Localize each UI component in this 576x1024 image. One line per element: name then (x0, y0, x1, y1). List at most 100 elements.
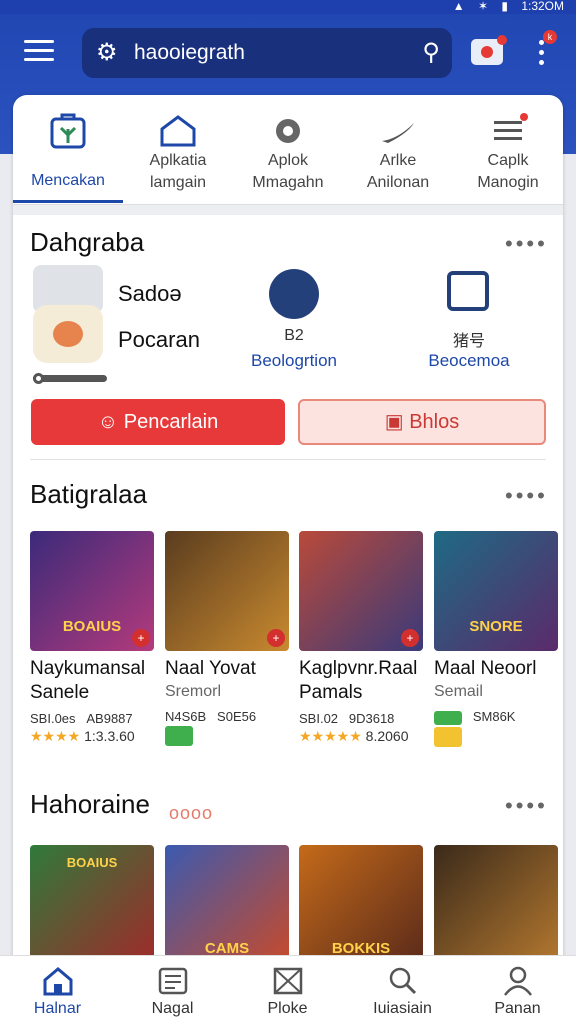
game-image: + (165, 531, 289, 651)
feature-sub: 猪号 (452, 333, 485, 350)
app-name-1[interactable]: Sadoə (118, 281, 182, 307)
game-rating: ★★★★ 1:3.3.60 (30, 728, 135, 744)
tab-caplk[interactable]: Caplk Manogin (453, 95, 563, 205)
battery-icon: ▮ (501, 0, 508, 13)
house-icon (160, 115, 196, 147)
search-icon[interactable]: ⚲ (422, 28, 440, 78)
image-icon[interactable] (447, 271, 489, 311)
game-card[interactable]: + Kaglpvnr.Raal Pamals SBI.02 9D3618 ★★★… (299, 531, 423, 745)
tab-label: Mencakan (31, 172, 105, 189)
main-card: Mencakan Aplkatia lamgain Aplok Mmagahn … (13, 95, 563, 975)
tab-label-2: lamgain (149, 174, 207, 191)
section-tag: oooo (169, 803, 214, 823)
secondary-button[interactable]: ▣ Bhlos (298, 399, 546, 445)
section-title: Hahoraine (30, 789, 150, 819)
game-card[interactable]: SNORE Maal Neoorl Semail SM86K (434, 531, 558, 747)
game-title: Maal Neoorl (434, 658, 537, 679)
divider (13, 205, 563, 215)
home-icon (43, 967, 72, 996)
game-meta: SM86K (434, 709, 558, 725)
camera-icon[interactable] (471, 35, 507, 65)
search-button[interactable]: ☺ Pencarlain (31, 399, 285, 445)
tab-arlke[interactable]: Arlke Anilonan (343, 95, 453, 205)
tab-mencakan[interactable]: Mencakan (13, 95, 123, 205)
tab-label: Aplok (267, 152, 309, 169)
game-meta: SBI.02 9D3618 (299, 711, 395, 726)
nav-profile[interactable]: Panan (460, 956, 575, 1024)
nav-label: Ploke (267, 1000, 308, 1017)
plus-icon[interactable]: + (132, 629, 150, 647)
plus-icon[interactable]: + (267, 629, 285, 647)
nav-news[interactable]: Nagal (115, 956, 230, 1024)
game-image: SNORE (434, 531, 558, 651)
game-subtitle: Semail (434, 683, 483, 700)
button-label: Pencarlain (123, 411, 219, 433)
game-image-text: SNORE (469, 618, 523, 635)
tab-label: Arlke (379, 152, 417, 169)
game-image: + (299, 531, 423, 651)
nav-box[interactable]: Ploke (230, 956, 345, 1024)
search-icon (389, 967, 416, 995)
more-vert-icon[interactable]: k (536, 30, 557, 70)
wifi-icon: ✶ (477, 0, 489, 13)
divider (30, 459, 546, 460)
game-title: Naal Yovat (165, 658, 256, 679)
nav-home[interactable]: Halnar (0, 956, 115, 1024)
game-image (434, 845, 558, 965)
gear-icon (276, 119, 300, 143)
tab-label-2: Manogin (477, 174, 539, 191)
status-bar: ▲ ✶ ▮ 1:32OM (0, 0, 576, 14)
game-card[interactable]: BOAIUS + Naykumansal Sanele SBI.0es AB98… (30, 531, 154, 745)
nav-label: Iuiasiain (373, 1000, 432, 1017)
game-card[interactable]: + Naal Yovat Sremorl N4S6B S0E56 (165, 531, 289, 746)
game-card[interactable]: CAMS (165, 845, 289, 965)
tab-label-2: Anilonan (366, 174, 430, 191)
game-badge (434, 726, 558, 747)
game-title-2: Pamals (299, 682, 363, 703)
bottom-navigation: Halnar Nagal Ploke Iuiasiain Panan (0, 955, 576, 1024)
profile-icon (503, 966, 532, 996)
app-thumbnails[interactable] (33, 265, 113, 384)
tab-aplkatia[interactable]: Aplkatia lamgain (123, 95, 233, 205)
search-bar[interactable]: ⚙ haooiegrath ⚲ (82, 28, 452, 78)
game-meta: N4S6B S0E56 (165, 709, 257, 724)
tab-label: Caplk (487, 152, 529, 169)
game-badge (165, 726, 289, 746)
shoe-icon (382, 123, 414, 143)
game-title: Naykumansal (30, 658, 146, 679)
gear-icon[interactable]: ⚙ (96, 28, 118, 78)
game-image: BOAIUS + (30, 531, 154, 651)
notification-dot (497, 35, 507, 45)
nav-search[interactable]: Iuiasiain (345, 956, 460, 1024)
plus-icon[interactable]: + (401, 629, 419, 647)
app-name-2[interactable]: Pocaran (118, 327, 200, 353)
game-card[interactable]: BOKKIS (299, 845, 423, 965)
section-title: Batigralaa (30, 479, 148, 509)
section-title: Dahgraba (30, 227, 145, 257)
nav-label: Panan (494, 1000, 541, 1017)
status-time: 1:32OM (521, 0, 564, 13)
more-horiz-icon[interactable]: •••• (505, 233, 545, 255)
tab-aplok[interactable]: Aplok Mmagahn (233, 95, 343, 205)
game-card[interactable] (434, 845, 558, 965)
game-image: BOKKIS (299, 845, 423, 965)
more-horiz-icon[interactable]: •••• (505, 795, 545, 817)
game-card[interactable]: BOAIUS (30, 845, 154, 965)
nav-label: Halnar (33, 1000, 82, 1017)
bag-icon (50, 113, 86, 149)
category-tabs: Mencakan Aplkatia lamgain Aplok Mmagahn … (13, 95, 563, 205)
button-label: Bhlos (409, 411, 460, 433)
search-text: haooiegrath (134, 41, 245, 64)
feature-label[interactable]: Beocemoa (379, 351, 559, 371)
game-image: BOAIUS (30, 845, 154, 965)
more-horiz-icon[interactable]: •••• (505, 485, 545, 507)
app-thumb-2 (33, 305, 103, 363)
feature-label[interactable]: Beologrtion (204, 351, 384, 371)
progress-bar (33, 373, 107, 384)
game-rating: ★★★★★ 8.2060 (299, 728, 409, 744)
tab-underline (13, 200, 123, 203)
menu-icon[interactable] (24, 40, 54, 62)
feature-sub: B2 (284, 327, 304, 344)
game-image-text: BOAIUS (66, 855, 118, 870)
book-icon[interactable] (269, 269, 319, 319)
